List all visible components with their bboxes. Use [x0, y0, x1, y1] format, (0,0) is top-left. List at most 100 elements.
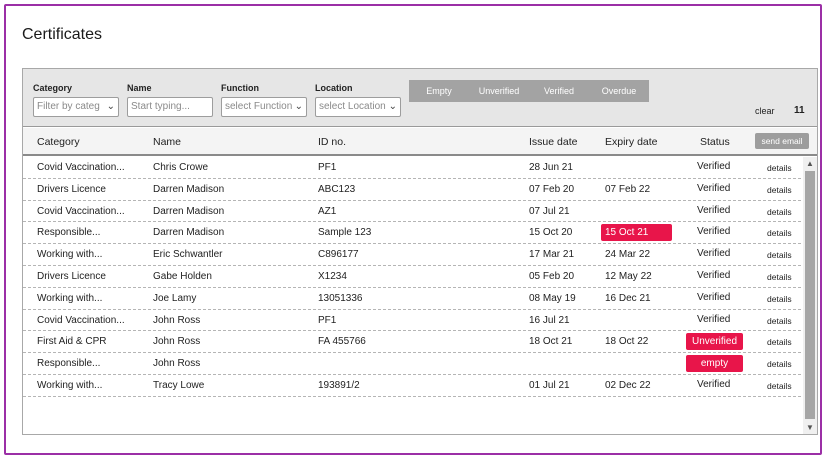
details-link[interactable]: details	[767, 163, 792, 173]
filter-bar: Category Filter by categ ⌄ Name Start ty…	[23, 69, 817, 127]
cell-id: 13051336	[318, 292, 363, 304]
status-filter-verified[interactable]: Verified	[529, 80, 589, 102]
table-row[interactable]: First Aid & CPR John Ross FA 455766 18 Oct …	[23, 331, 801, 354]
table-row[interactable]: Working with... Eric Schwantler C896177 17 …	[23, 244, 801, 266]
table-row[interactable]: Drivers Licence Darren Madison ABC123 07 Fe…	[23, 179, 801, 201]
name-search-input[interactable]: Start typing...	[127, 97, 213, 117]
column-header-issue-date[interactable]: Issue date	[529, 136, 577, 148]
column-header-status[interactable]: Status	[700, 136, 730, 148]
details-link[interactable]: details	[767, 359, 792, 369]
cell-name: Darren Madison	[153, 205, 225, 217]
cell-id: PF1	[318, 162, 337, 173]
table-body: Covid Vaccination... Chris Crowe PF1 28 Jun…	[23, 157, 801, 397]
cell-id: 193891/2	[318, 379, 360, 391]
cell-name: Darren Madison	[153, 227, 225, 239]
category-filter: Category Filter by categ ⌄	[33, 83, 119, 117]
status-alert-badge: empty	[686, 355, 743, 373]
scroll-up-arrow-icon[interactable]: ▲	[803, 159, 817, 168]
cell-expiry-date: 16 Dec 21	[605, 292, 651, 304]
cell-id: Sample 123	[318, 227, 372, 239]
details-link[interactable]: details	[767, 294, 792, 304]
cell-issue-date: 05 Feb 20	[529, 270, 575, 282]
cell-issue-date: 28 Jun 21	[529, 162, 573, 173]
location-filter-label: Location	[315, 83, 353, 93]
category-select-placeholder: Filter by categ	[37, 101, 100, 112]
function-select[interactable]: select Function ⌄	[221, 97, 307, 117]
cell-expiry-date: 18 Oct 22	[605, 336, 649, 348]
cell-status: Verified	[697, 182, 731, 194]
cell-issue-date: 07 Jul 21	[529, 205, 570, 217]
table-header: Category Name ID no. Issue date Expiry d…	[23, 128, 817, 156]
result-count: 11	[794, 105, 805, 116]
table-row[interactable]: Responsible... Darren Madison Sample 123 15…	[23, 222, 801, 245]
cell-issue-date: 16 Jul 21	[529, 314, 570, 326]
status-filter-overdue[interactable]: Overdue	[589, 80, 649, 102]
location-filter: Location select Location ⌄	[315, 83, 401, 117]
cell-category: Responsible...	[37, 227, 101, 239]
cell-name: Joe Lamy	[153, 292, 197, 304]
cell-status: Verified	[697, 269, 731, 281]
column-header-id[interactable]: ID no.	[318, 136, 346, 148]
cell-name: Eric Schwantler	[153, 249, 223, 261]
cell-category: Covid Vaccination...	[37, 162, 125, 173]
cell-status: Verified	[697, 291, 731, 303]
details-link[interactable]: details	[767, 316, 792, 326]
details-link[interactable]: details	[767, 250, 792, 260]
cell-name: John Ross	[153, 336, 201, 348]
cell-expiry-date: 12 May 22	[605, 270, 652, 282]
send-email-button[interactable]: send email	[755, 133, 809, 149]
column-header-expiry-date[interactable]: Expiry date	[605, 136, 658, 148]
cell-category: First Aid & CPR	[37, 336, 107, 348]
scrollbar-thumb[interactable]	[805, 171, 815, 419]
category-select[interactable]: Filter by categ ⌄	[33, 97, 119, 117]
cell-status: Verified	[697, 313, 731, 325]
cell-category: Working with...	[37, 292, 103, 304]
details-link[interactable]: details	[767, 228, 792, 238]
status-filter-group: Empty Unverified Verified Overdue	[409, 80, 649, 102]
location-select[interactable]: select Location ⌄	[315, 97, 401, 117]
cell-status: Verified	[697, 248, 731, 260]
clear-filters-link[interactable]: clear	[755, 106, 775, 116]
details-link[interactable]: details	[767, 185, 792, 195]
page-title: Certificates	[22, 26, 103, 43]
details-link[interactable]: details	[767, 207, 792, 217]
chevron-down-icon: ⌄	[294, 101, 303, 112]
page-frame: Certificates Category Filter by categ ⌄ …	[4, 4, 822, 455]
location-select-placeholder: select Location	[319, 101, 386, 112]
cell-name: Darren Madison	[153, 183, 225, 195]
cell-id: C896177	[318, 249, 359, 261]
table-row[interactable]: Covid Vaccination... John Ross PF1 16 Jul 2…	[23, 310, 801, 332]
status-filter-unverified[interactable]: Unverified	[469, 80, 529, 102]
cell-issue-date: 08 May 19	[529, 292, 576, 304]
column-header-name[interactable]: Name	[153, 136, 181, 148]
column-header-category[interactable]: Category	[37, 136, 80, 148]
cell-category: Drivers Licence	[37, 270, 106, 282]
cell-expiry-date: 02 Dec 22	[605, 379, 651, 391]
table-row[interactable]: Drivers Licence Gabe Holden X1234 05 Feb 20…	[23, 266, 801, 288]
cell-issue-date: 15 Oct 20	[529, 227, 573, 239]
cell-id: X1234	[318, 270, 347, 282]
cell-id: FA 455766	[318, 336, 366, 348]
table-row[interactable]: Covid Vaccination... Chris Crowe PF1 28 Jun…	[23, 157, 801, 179]
cell-category: Covid Vaccination...	[37, 314, 125, 326]
table-row[interactable]: Covid Vaccination... Darren Madison AZ1 07 …	[23, 201, 801, 223]
cell-status: Verified	[697, 204, 731, 216]
details-link[interactable]: details	[767, 337, 792, 347]
cell-name: Tracy Lowe	[153, 379, 205, 391]
table-row[interactable]: Working with... Joe Lamy 13051336 08 May 19…	[23, 288, 801, 310]
scroll-down-arrow-icon[interactable]: ▼	[803, 423, 817, 432]
cell-status: Verified	[697, 161, 731, 172]
cell-name: Chris Crowe	[153, 162, 209, 173]
cell-category: Covid Vaccination...	[37, 205, 125, 217]
scrollbar[interactable]: ▲ ▼	[803, 157, 817, 434]
details-link[interactable]: details	[767, 381, 792, 391]
table-row[interactable]: Responsible... John Ross empty details	[23, 353, 801, 375]
cell-id: PF1	[318, 314, 337, 326]
chevron-down-icon: ⌄	[388, 101, 397, 112]
cell-name: Gabe Holden	[153, 270, 212, 282]
status-filter-empty[interactable]: Empty	[409, 80, 469, 102]
details-link[interactable]: details	[767, 272, 792, 282]
function-filter: Function select Function ⌄	[221, 83, 307, 117]
table-row[interactable]: Working with... Tracy Lowe 193891/2 01 Jul …	[23, 375, 801, 397]
cell-expiry-date: 24 Mar 22	[605, 249, 651, 261]
